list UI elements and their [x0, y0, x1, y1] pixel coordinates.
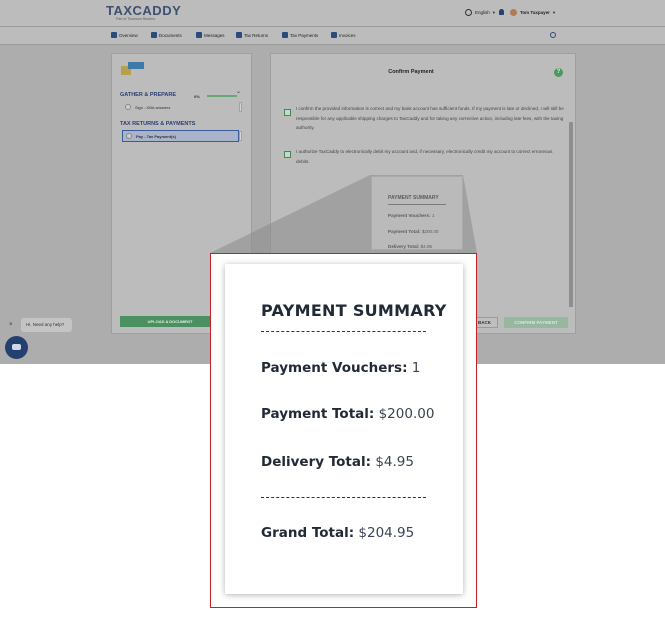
authorization-checkbox-2[interactable]: [284, 151, 291, 158]
progress-bar: [207, 95, 237, 97]
notifications-button[interactable]: [499, 9, 504, 15]
authorization-checkbox-1[interactable]: [284, 109, 291, 116]
divider: [261, 331, 426, 332]
tax-payments-icon: [282, 32, 288, 38]
summary-payment-total: Payment Total: $200.00: [388, 229, 438, 234]
user-menu[interactable]: Tom Taxpayer ▾: [510, 9, 555, 16]
authorization-text-2: I authorize TaxCaddy to electronically d…: [296, 149, 553, 164]
nav-documents[interactable]: Documents: [151, 32, 182, 38]
nav-label: Overview: [119, 32, 138, 38]
invoices-icon: [331, 32, 337, 38]
summary-grand-total: Grand Total: $204.95: [261, 525, 414, 541]
summary-delivery-total: Delivery Total: $4.95: [388, 244, 432, 249]
top-header: TAXCADDY Part of Thomson Reuters English…: [0, 0, 665, 26]
chat-prompt[interactable]: Hi. Need any help?: [21, 318, 72, 332]
sidebar-item-sign-kba[interactable]: Sign - KBA answers: [122, 102, 239, 112]
summary-vouchers: Payment Vouchers: 1: [261, 360, 420, 376]
avatar: [510, 9, 517, 16]
summary-vouchers: Payment Vouchers: 1: [388, 213, 434, 218]
sidebar-item-pay-tax-payments[interactable]: Pay - Tax Payment(s): [122, 130, 239, 142]
summary-title: PAYMENT SUMMARY: [388, 195, 439, 201]
documents-icon: [151, 32, 157, 38]
chat-button[interactable]: [5, 336, 28, 359]
sidebar-item-label: Pay - Tax Payment(s): [136, 133, 176, 139]
taxcaddy-badge-icon: [121, 62, 145, 76]
chevron-down-icon: ▾: [552, 9, 556, 15]
nav-label: Invoices: [339, 32, 356, 38]
scrollbar[interactable]: [239, 131, 242, 141]
nav-invoices[interactable]: Invoices: [331, 32, 356, 38]
nav-tax-returns[interactable]: Tax Returns: [236, 32, 268, 38]
chat-icon: [12, 344, 21, 350]
home-icon: [111, 32, 117, 38]
nav-label: Documents: [159, 32, 182, 38]
value: $4.95: [420, 244, 433, 249]
messages-icon: [196, 32, 202, 38]
value: $204.95: [358, 525, 415, 541]
sidebar-item-label: Sign - KBA answers: [135, 104, 171, 110]
label: Delivery Total:: [261, 454, 372, 470]
brand-logo[interactable]: TAXCADDY: [106, 3, 181, 18]
authorization-text-1: I confirm the provided information is co…: [296, 106, 564, 130]
value: 1: [431, 213, 435, 218]
label: Delivery Total:: [388, 244, 420, 249]
help-icon[interactable]: ?: [554, 68, 563, 77]
returns-heading[interactable]: TAX RETURNS & PAYMENTS: [120, 121, 195, 127]
label: Grand Total:: [261, 525, 355, 541]
summary-title: PAYMENT SUMMARY: [261, 301, 447, 320]
value: 1: [411, 360, 421, 376]
brand-tagline: Part of Thomson Reuters: [116, 17, 156, 21]
close-icon[interactable]: ×: [9, 322, 13, 328]
summary-payment-total: Payment Total: $200.00: [261, 406, 434, 422]
scrollbar[interactable]: [569, 122, 573, 307]
upload-document-button[interactable]: UPLOAD A DOCUMENT: [120, 316, 220, 327]
label: Payment Vouchers:: [261, 360, 408, 376]
payment-summary-card: PAYMENT SUMMARY Payment Vouchers: 1 Paym…: [371, 176, 463, 250]
summary-delivery-total: Delivery Total: $4.95: [261, 454, 414, 470]
status-icon: [126, 133, 132, 139]
label: Payment Vouchers:: [388, 213, 431, 218]
nav-overview[interactable]: Overview: [111, 32, 138, 38]
nav-label: Tax Payments: [290, 32, 319, 38]
user-name: Tom Taxpayer: [520, 10, 550, 15]
chevron-down-icon[interactable]: ⌄: [236, 88, 241, 95]
page-title: Confirm Payment: [388, 69, 434, 75]
label: Payment Total:: [388, 229, 421, 234]
scrollbar[interactable]: [239, 102, 242, 112]
language-selector[interactable]: English ▾: [465, 9, 495, 16]
divider: [261, 497, 426, 498]
divider: [388, 204, 446, 205]
bell-icon: [499, 9, 504, 15]
payment-summary-zoomed: PAYMENT SUMMARY Payment Vouchers: 1 Paym…: [225, 264, 463, 594]
globe-icon: [465, 9, 472, 16]
zoom-highlight-frame: PAYMENT SUMMARY Payment Vouchers: 1 Paym…: [210, 253, 477, 608]
language-label: English: [475, 10, 490, 15]
nav-tax-payments[interactable]: Tax Payments: [282, 32, 318, 38]
value: $4.95: [375, 454, 414, 470]
gather-progress: 0%: [194, 94, 200, 99]
status-icon: [125, 104, 131, 110]
value: $200.00: [378, 406, 435, 422]
chevron-down-icon: ▾: [492, 9, 496, 15]
nav-label: Messages: [204, 32, 225, 38]
confirm-payment-button[interactable]: CONFIRM PAYMENT: [504, 317, 568, 328]
label: Payment Total:: [261, 406, 375, 422]
value: $200.00: [421, 229, 439, 234]
gather-heading[interactable]: GATHER & PREPARE: [120, 92, 176, 98]
search-icon[interactable]: [550, 32, 556, 38]
nav-messages[interactable]: Messages: [196, 32, 225, 38]
tax-returns-icon: [236, 32, 242, 38]
nav-label: Tax Returns: [244, 32, 269, 38]
main-nav: Overview Documents Messages Tax Returns …: [0, 26, 665, 45]
